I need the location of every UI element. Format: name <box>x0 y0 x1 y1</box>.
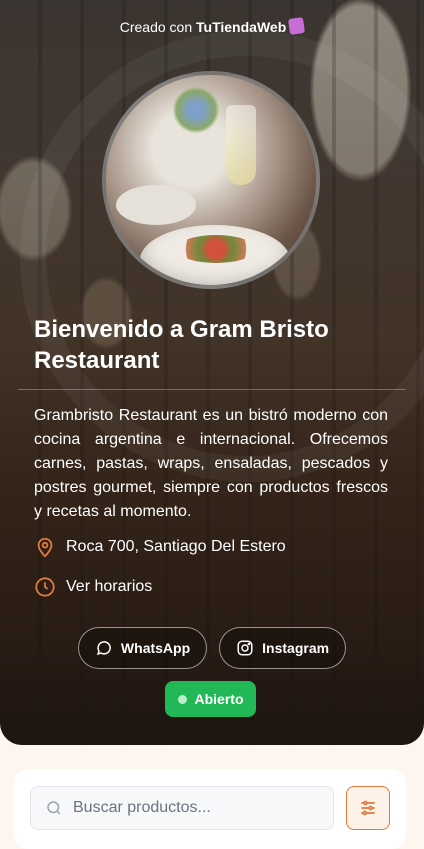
store-avatar <box>102 71 320 289</box>
store-title: Bienvenido a Gram Bristo Restaurant <box>34 314 394 376</box>
instagram-icon <box>237 640 253 656</box>
hero-banner: Creado con TuTiendaWeb Bienvenido a Gram… <box>0 0 424 745</box>
status-label: Abierto <box>194 691 244 707</box>
store-description: Grambristo Restaurant es un bistró moder… <box>34 407 388 520</box>
status-dot <box>177 694 187 704</box>
welcome-text: Bienvenido a <box>34 316 191 343</box>
sliders-icon <box>361 800 375 816</box>
hours-text: Ver horarios <box>66 578 153 595</box>
filter-button[interactable] <box>346 786 390 830</box>
search-input[interactable]: Buscar productos... <box>30 786 334 830</box>
tutiendaweb-logo-icon <box>288 17 306 35</box>
search-icon <box>47 801 61 815</box>
instagram-button[interactable]: Instagram <box>219 627 347 669</box>
hours-link[interactable]: Ver horarios <box>34 576 152 598</box>
credit-brand: TuTiendaWeb <box>196 19 287 35</box>
creator-credit[interactable]: Creado con TuTiendaWeb <box>0 17 424 35</box>
instagram-label: Instagram <box>262 640 330 656</box>
whatsapp-icon <box>96 641 111 656</box>
status-badge: Abierto <box>165 681 256 717</box>
divider <box>18 389 406 390</box>
credit-prefix: Creado con <box>119 19 197 35</box>
clock-icon <box>35 577 55 597</box>
location-pin-icon <box>37 537 53 558</box>
whatsapp-label: WhatsApp <box>120 640 191 656</box>
address-text: Roca 700, Santiago Del Estero <box>66 538 286 555</box>
whatsapp-button[interactable]: WhatsApp <box>77 627 208 669</box>
store-address[interactable]: Roca 700, Santiago Del Estero <box>34 536 286 558</box>
search-placeholder: Buscar productos... <box>73 799 211 816</box>
social-buttons: WhatsApp Instagram <box>0 627 424 669</box>
